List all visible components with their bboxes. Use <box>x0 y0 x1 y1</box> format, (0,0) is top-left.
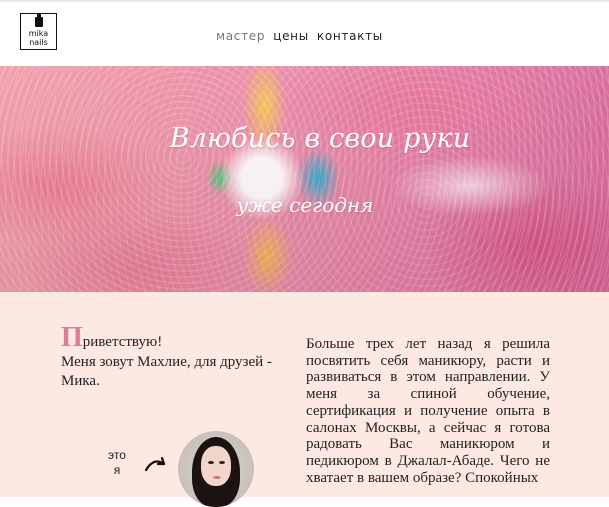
intro-name-line: Меня зовут Махлие, для друзей - Мика. <box>61 354 272 389</box>
master-photo <box>178 431 254 507</box>
left-eye-shape <box>208 461 214 464</box>
greeting-dropcap: П <box>61 322 83 353</box>
right-eye-shape <box>219 461 225 464</box>
greeting-text: риветствую! <box>82 334 163 350</box>
eto-label: это я <box>102 448 132 478</box>
about-text: Больше трех лет назад я решила посвятить… <box>306 336 550 486</box>
eto-line1: это <box>108 448 126 462</box>
logo-text-nails: nails <box>29 38 48 47</box>
nav-item-prices[interactable]: цены <box>273 29 309 43</box>
logo-text-mika: mika <box>28 29 49 38</box>
nav-item-contacts[interactable]: контакты <box>317 29 383 43</box>
lips-shape <box>213 476 221 479</box>
site-header: mika nails мастер цены контакты <box>0 0 609 66</box>
face-shape <box>201 446 231 486</box>
greeting-line: Приветствую! <box>61 324 286 352</box>
curved-arrow-icon <box>144 456 166 472</box>
main-nav: мастер цены контакты <box>216 29 383 43</box>
hero-subtitle: уже сегодня <box>236 193 374 217</box>
greeting-block: Приветствую! Меня зовут Махлие, для друз… <box>61 324 286 391</box>
hero-title: Влюбись в свои руки <box>169 123 471 154</box>
hero-banner: Влюбись в свои руки уже сегодня <box>0 66 609 292</box>
nav-item-master[interactable]: мастер <box>216 29 265 43</box>
brand-logo[interactable]: mika nails <box>20 13 57 50</box>
page: mika nails мастер цены контакты Влюбись … <box>0 0 609 507</box>
eto-line2: я <box>113 463 121 477</box>
nail-polish-icon <box>35 14 43 27</box>
